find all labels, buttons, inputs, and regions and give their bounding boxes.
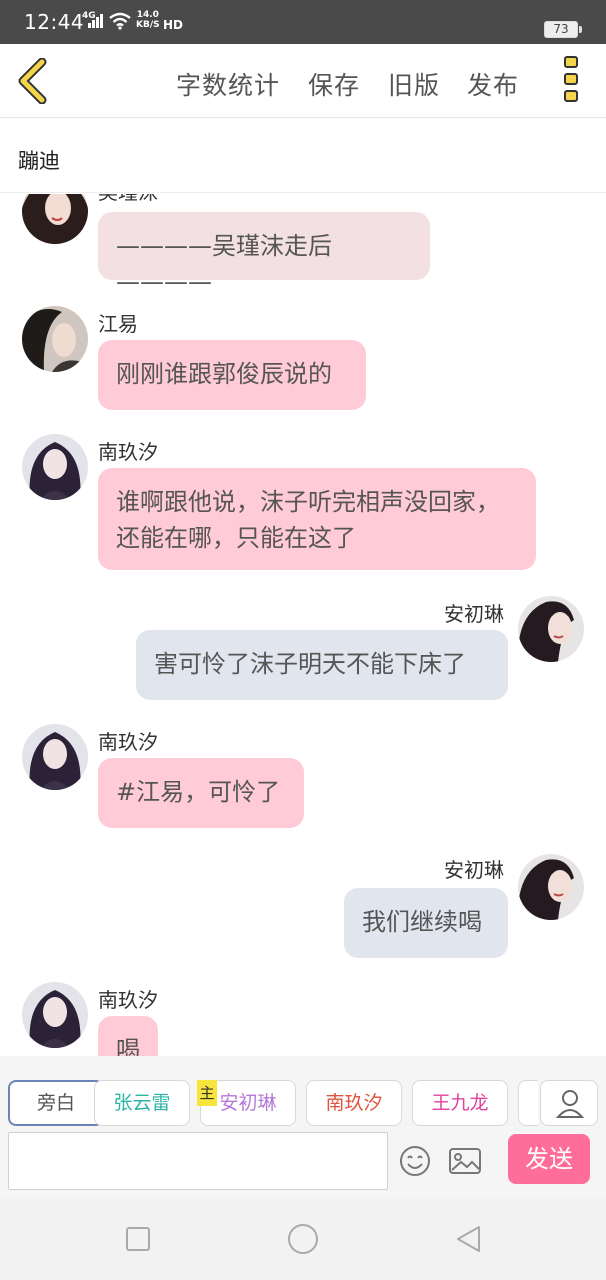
network-speed: 14.0 KB/S xyxy=(136,10,160,30)
more-menu-icon[interactable] xyxy=(562,56,582,106)
sender-name: 江易 xyxy=(98,312,138,336)
message-bubble[interactable]: 我们继续喝 xyxy=(344,888,508,958)
top-toolbar: 字数统计 保存 旧版 发布 xyxy=(0,44,606,118)
avatar[interactable] xyxy=(22,982,88,1048)
recent-apps-icon[interactable] xyxy=(125,1226,151,1252)
home-icon[interactable] xyxy=(286,1222,320,1256)
wifi-icon xyxy=(109,12,131,30)
message-list[interactable]: 吴瑾沫 ————吴瑾沫走后———— 江易 刚刚谁跟郭俊辰说的 南玖汐 谁啊跟他说… xyxy=(0,194,606,1056)
hd-indicator: HD xyxy=(163,18,184,32)
emoji-icon[interactable] xyxy=(398,1144,432,1178)
system-nav-bar xyxy=(0,1198,606,1280)
speed-value: 14.0 xyxy=(136,10,159,20)
role-label: 安初琳 xyxy=(219,1092,277,1114)
avatar[interactable] xyxy=(518,596,584,662)
role-narrator-button[interactable]: 旁白 xyxy=(8,1080,104,1126)
image-icon[interactable] xyxy=(448,1146,482,1176)
word-count-button[interactable]: 字数统计 xyxy=(176,66,280,102)
save-button[interactable]: 保存 xyxy=(308,66,360,102)
message-bubble[interactable]: ————吴瑾沫走后———— xyxy=(98,212,430,296)
sender-name: 南玖汐 xyxy=(98,988,158,1012)
composer-panel: 旁白 张云雷 安初琳 主 南玖汐 王九龙 发送 xyxy=(0,1056,606,1198)
avatar[interactable] xyxy=(22,434,88,500)
speed-unit: KB/S xyxy=(136,20,160,30)
send-button[interactable]: 发送 xyxy=(508,1134,590,1184)
role-label: 南玖汐 xyxy=(325,1092,383,1114)
role-overflow-button[interactable] xyxy=(518,1080,538,1126)
role-nanjiuxi-button[interactable]: 南玖汐 xyxy=(306,1080,402,1126)
message-bubble[interactable]: #江易，可怜了 xyxy=(98,758,304,828)
status-bar: 12:44 4G 14.0 KB/S HD 73 xyxy=(0,0,606,44)
person-icon xyxy=(555,1090,585,1118)
signal-icon xyxy=(88,14,103,28)
chat-title: 蹦迪 xyxy=(18,149,60,173)
role-wangjiulong-button[interactable]: 王九龙 xyxy=(412,1080,508,1126)
avatar[interactable] xyxy=(518,854,584,920)
sender-name: 南玖汐 xyxy=(98,440,158,464)
role-label: 张云雷 xyxy=(113,1092,171,1114)
back-nav-icon[interactable] xyxy=(454,1224,484,1254)
host-badge: 主 xyxy=(197,1080,217,1106)
avatar[interactable] xyxy=(22,306,88,372)
message-bubble[interactable]: 刚刚谁跟郭俊辰说的 xyxy=(98,340,366,410)
avatar[interactable] xyxy=(22,724,88,790)
status-time: 12:44 xyxy=(24,10,85,34)
message-bubble[interactable]: 谁啊跟他说，沫子听完相声没回家，还能在哪，只能在这了 xyxy=(98,468,536,570)
sender-name: 吴瑾沫 xyxy=(98,194,158,205)
old-version-button[interactable]: 旧版 xyxy=(388,66,440,102)
avatar[interactable] xyxy=(22,194,88,244)
role-label: 王九龙 xyxy=(431,1092,489,1114)
message-bubble[interactable]: 害可怜了沫子明天不能下床了 xyxy=(136,630,508,700)
sender-name: 安初琳 xyxy=(444,858,504,882)
role-manage-button[interactable] xyxy=(540,1080,598,1126)
battery-icon: 73 xyxy=(544,21,582,38)
role-label: 旁白 xyxy=(36,1092,75,1114)
publish-button[interactable]: 发布 xyxy=(467,66,519,102)
chat-title-bar: 蹦迪 xyxy=(0,119,606,193)
back-arrow-icon[interactable] xyxy=(14,58,54,104)
role-zhangyunlei-button[interactable]: 张云雷 xyxy=(94,1080,190,1126)
sender-name: 安初琳 xyxy=(444,602,504,626)
message-bubble[interactable]: 喝 xyxy=(98,1016,158,1056)
sender-name: 南玖汐 xyxy=(98,730,158,754)
message-input[interactable] xyxy=(8,1132,388,1190)
